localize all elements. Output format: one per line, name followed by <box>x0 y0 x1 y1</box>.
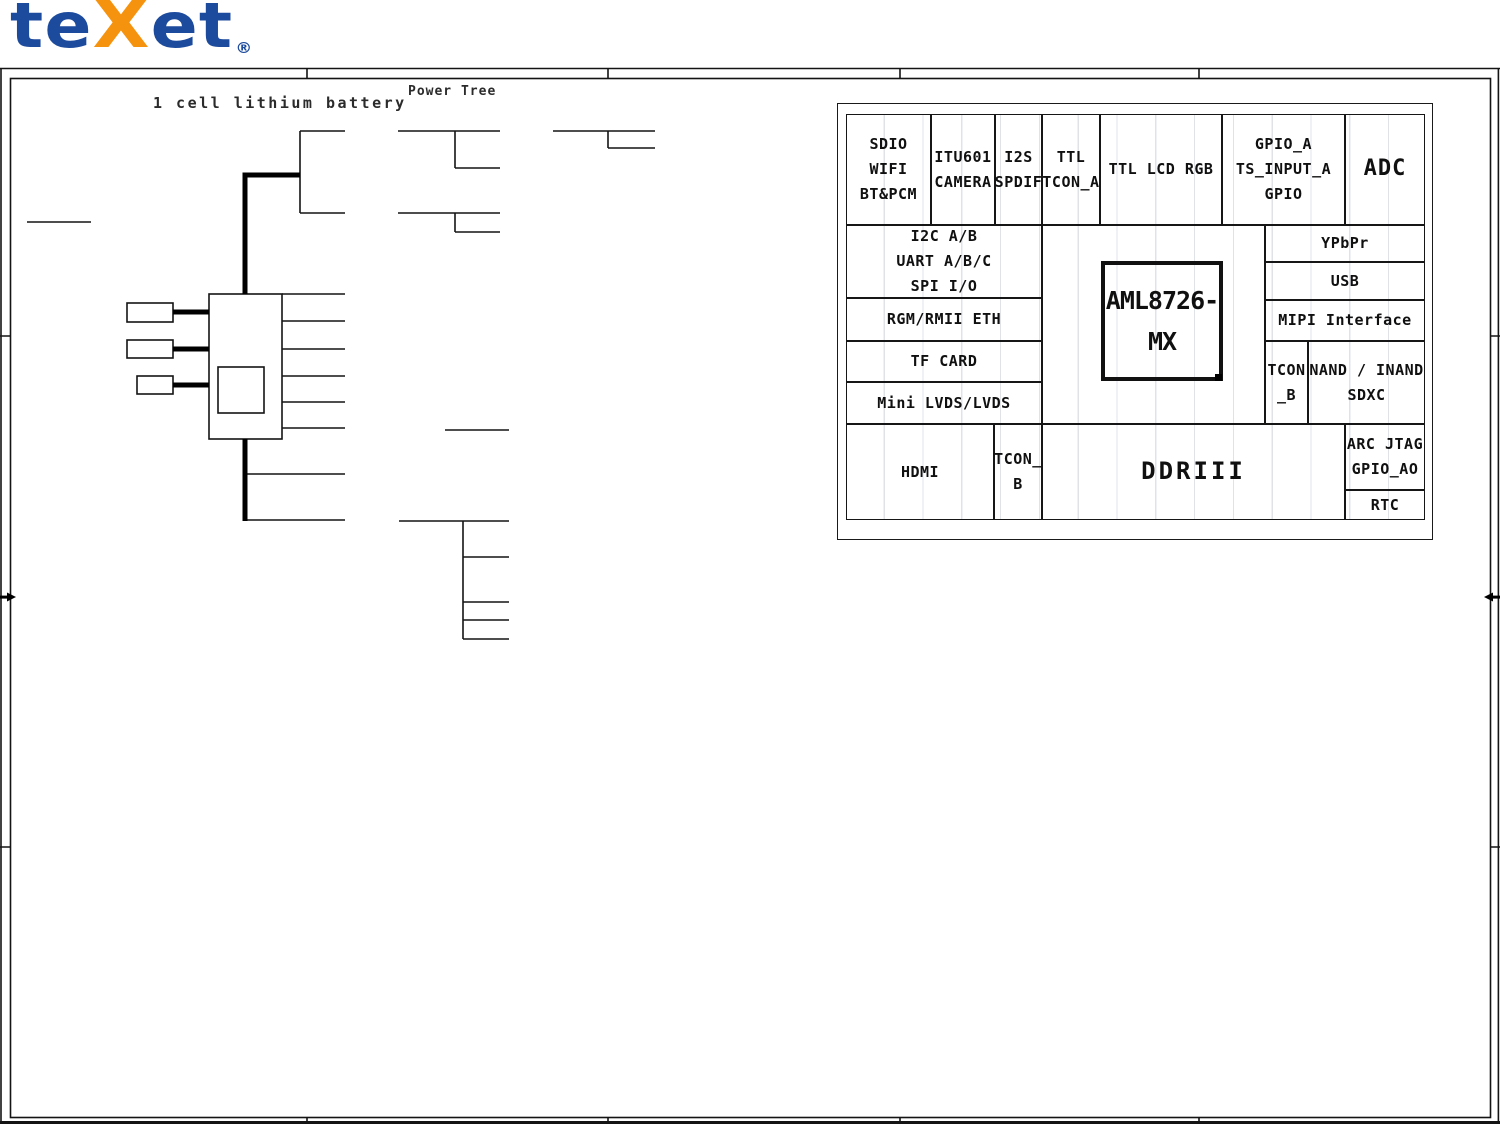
lower-rails <box>245 473 345 521</box>
block-adc: ADC <box>1345 114 1425 225</box>
soc-block-diagram-frame: SDIO WIFI BT&PCM ITU601 CAMERA I2S SPDIF… <box>837 103 1433 540</box>
block-gpio-ts-input: GPIO_A TS_INPUT_A GPIO <box>1222 114 1345 225</box>
right-center-arrow-head <box>1484 592 1493 602</box>
block-ypbpr: YPbPr <box>1265 225 1425 262</box>
block-mipi-interface: MIPI Interface <box>1265 300 1425 341</box>
block-tcon-b-bottom: TCON_ B <box>994 424 1042 520</box>
net-lines-upper-middle-2 <box>398 212 500 233</box>
input-box-1 <box>126 302 174 323</box>
zone-ticks-top <box>306 68 1200 78</box>
block-tcon-b-side: TCON _B <box>1265 341 1308 424</box>
block-hdmi: HDMI <box>846 424 994 520</box>
left-center-arrow-head <box>7 592 16 602</box>
soc-block-diagram: SDIO WIFI BT&PCM ITU601 CAMERA I2S SPDIF… <box>846 114 1425 520</box>
block-rtc: RTC <box>1345 490 1425 520</box>
logo-text-accent: X <box>92 0 151 63</box>
net-lines-upper-right <box>553 130 655 149</box>
net-lines-upper-left <box>299 130 345 214</box>
net-trunk-lower-middle <box>399 520 509 639</box>
block-nand-inand-sdxc: NAND / INAND SDXC <box>1308 341 1425 424</box>
block-i2c-uart-spi: I2C A/B UART A/B/C SPI I/O <box>846 225 1042 298</box>
input-box-3 <box>136 375 174 395</box>
block-tf-card: TF CARD <box>846 341 1042 382</box>
block-arc-jtag-gpio-ao: ARC JTAG GPIO_AO <box>1345 424 1425 490</box>
block-ddr3: DDRIII <box>1042 424 1345 520</box>
schematic-sheet: teXet ® 1 cell lithium battery Power Tree… <box>0 0 1500 1129</box>
chip-aml8726mx: AML8726-MX <box>1101 261 1223 381</box>
logo-trademark: ® <box>235 39 254 57</box>
input-box-2 <box>126 339 174 359</box>
net-branches-lower-middle <box>463 556 509 640</box>
block-ttl-lcd-rgb: TTL LCD RGB <box>1100 114 1222 225</box>
block-ttl-tcon-a: TTL TCON_A <box>1042 114 1100 225</box>
block-mini-lvds: Mini LVDS/LVDS <box>846 382 1042 424</box>
block-chip-area: AML8726-MX <box>1042 225 1265 424</box>
block-rgmii-eth: RGM/RMII ETH <box>846 298 1042 341</box>
texet-logo: teXet ® <box>10 0 254 63</box>
block-usb: USB <box>1265 262 1425 300</box>
logo-text-pre: te <box>10 0 93 62</box>
block-itu601-camera: ITU601 CAMERA <box>931 114 995 225</box>
block-sdio-wifi-btpcm: SDIO WIFI BT&PCM <box>846 114 931 225</box>
battery-label: 1 cell lithium battery <box>153 94 407 112</box>
chip-pin1-dot <box>1215 374 1222 381</box>
page-title: Power Tree <box>408 84 497 99</box>
pmu-output-rails <box>282 293 345 429</box>
net-lines-upper-middle-1 <box>398 130 500 169</box>
logo-text-post: et <box>150 0 234 62</box>
block-i2s-spdif: I2S SPDIF <box>995 114 1042 225</box>
input-connectors <box>173 309 209 388</box>
